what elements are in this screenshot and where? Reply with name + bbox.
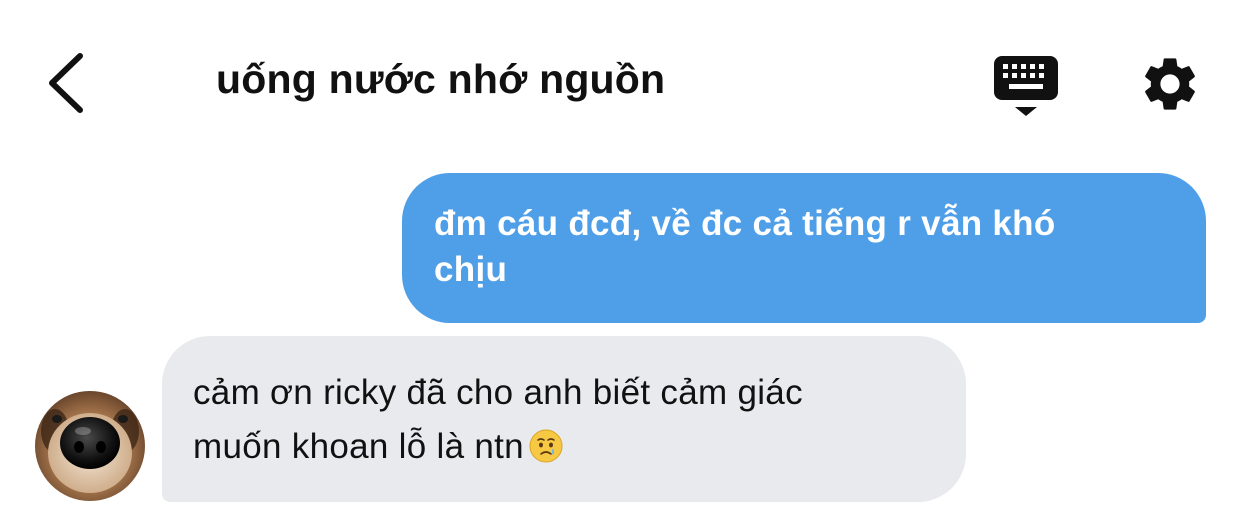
sender-avatar[interactable] (35, 391, 145, 501)
incoming-message-bubble[interactable]: cảm ơn ricky đã cho anh biết cảm giác mu… (162, 336, 966, 502)
message-text: muốn khoan lỗ là ntn (193, 427, 524, 466)
back-button[interactable] (40, 48, 96, 118)
message-text-line-with-emoji: muốn khoan lỗ là ntn (193, 420, 926, 474)
tearful-face-emoji-icon (529, 429, 563, 463)
outgoing-message-bubble[interactable]: đm cáu đcđ, về đc cả tiếng r vẫn khó chị… (402, 173, 1206, 323)
keyboard-toggle-button[interactable] (993, 55, 1059, 119)
keyboard-icon (994, 56, 1058, 116)
gear-icon (1145, 58, 1195, 110)
settings-button[interactable] (1138, 52, 1202, 116)
chevron-left-icon (49, 53, 83, 113)
message-text-line: cảm ơn ricky đã cho anh biết cảm giác (193, 373, 803, 412)
message-text-line: chịu (434, 250, 508, 289)
message-text-line: đm cáu đcđ, về đc cả tiếng r vẫn khó (434, 204, 1056, 243)
dog-avatar-image (35, 391, 145, 501)
chat-screen: uống nước nhớ nguồn đm cáu đcđ, về đc cả… (0, 0, 1242, 512)
chat-title: uống nước nhớ nguồn (216, 56, 666, 102)
